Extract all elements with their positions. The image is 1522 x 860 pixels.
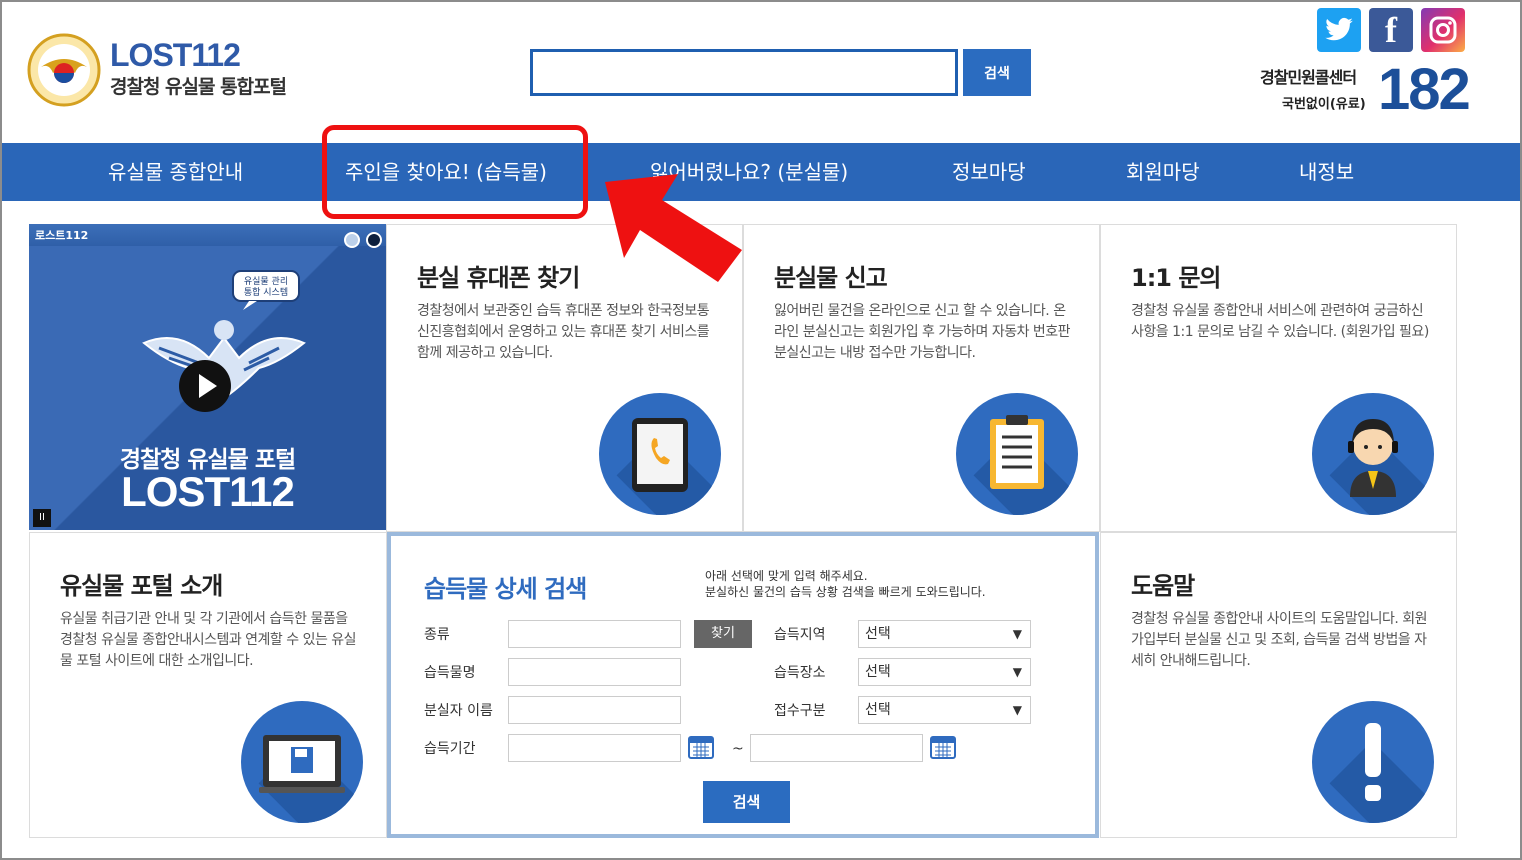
card-intro[interactable]: 유실물 포털 소개 유실물 취급기관 안내 및 각 기관에서 습득한 물품을 경…	[29, 532, 387, 838]
label-place: 습득장소	[774, 665, 826, 681]
instagram-icon[interactable]	[1421, 8, 1465, 52]
place-select[interactable]: 선택 ▼	[858, 658, 1031, 686]
region-select[interactable]: 선택 ▼	[858, 620, 1031, 648]
card-qna-text: 경찰청 유실물 종합안내 서비스에 관련하여 궁금하신 사항을 1:1 문의로 …	[1131, 303, 1429, 340]
svg-text:유실물 관리: 유실물 관리	[244, 276, 288, 287]
nav-item-info[interactable]: 정보마당	[952, 143, 1026, 201]
card-qna-title: 1:1 문의	[1131, 264, 1222, 292]
twitter-icon[interactable]	[1317, 8, 1361, 52]
form-search-button[interactable]: 검색	[703, 781, 790, 823]
logo-subtitle: 경찰청 유실물 통합포털	[110, 76, 287, 98]
card-report-text: 잃어버린 물건을 온라인으로 신고 할 수 있습니다. 온라인 분실신고는 회원…	[774, 303, 1071, 361]
svg-text:통합 시스템: 통합 시스템	[244, 286, 288, 298]
card-intro-title: 유실물 포털 소개	[60, 572, 223, 600]
label-category: 접수구분	[774, 703, 826, 719]
eagle-emblem-icon: 유실물 관리 통합 시스템	[142, 270, 306, 400]
logo-title[interactable]: LOST112	[110, 37, 241, 74]
start-date-field[interactable]	[508, 734, 681, 762]
operator-icon	[1312, 393, 1434, 515]
end-date-field[interactable]	[750, 734, 923, 762]
calendar-icon[interactable]	[930, 733, 956, 759]
promo-video[interactable]: 로스트112 유실물 관리 통합 시스템 경찰청 유실물 포털 LOST112 …	[29, 224, 386, 530]
form-note-line-1: 아래 선택에 맞게 입력 해주세요.	[705, 569, 868, 583]
call-center-label: 경찰민원콜센터	[1260, 68, 1357, 87]
chevron-down-icon: ▼	[1012, 627, 1022, 641]
card-phone-text: 경찰청에서 보관중인 습득 휴대폰 정보와 한국정보통신진흥협회에서 운영하고 …	[417, 303, 710, 361]
card-intro-text: 유실물 취급기관 안내 및 각 기관에서 습득한 물품을 경찰청 유실물 종합안…	[60, 611, 357, 669]
region-select-value: 선택	[865, 626, 891, 642]
search-button[interactable]: 검색	[963, 49, 1031, 96]
card-phone-title: 분실 휴대폰 찾기	[417, 264, 580, 292]
search-input[interactable]	[530, 49, 958, 96]
form-note: 아래 선택에 맞게 입력 해주세요. 분실하신 물건의 습득 상황 검색을 빠르…	[705, 568, 986, 600]
slide-dot-2[interactable]	[366, 232, 382, 248]
card-help-text: 경찰청 유실물 종합안내 사이트의 도움말입니다. 회원가입부터 분실물 신고 …	[1131, 611, 1428, 669]
card-qna[interactable]: 1:1 문의 경찰청 유실물 종합안내 서비스에 관련하여 궁금하신 사항을 1…	[1100, 224, 1457, 532]
card-help[interactable]: 도움말 경찰청 유실물 종합안내 사이트의 도움말입니다. 회원가입부터 분실물…	[1100, 532, 1457, 838]
call-center-sub: 국번없이(유료)	[1282, 97, 1366, 112]
owner-name-field[interactable]	[508, 696, 681, 724]
facebook-icon[interactable]: f	[1369, 8, 1413, 52]
slide-dot-1[interactable]	[344, 232, 360, 248]
highlight-box	[322, 125, 588, 219]
video-tag: 로스트112	[35, 229, 89, 242]
type-field[interactable]	[508, 620, 681, 648]
monitor-icon	[241, 701, 363, 823]
chevron-down-icon: ▼	[1012, 703, 1022, 717]
play-icon[interactable]	[179, 360, 231, 412]
main-nav: 유실물 종합안내 주인을 찾아요! (습득물) 잃어버렸나요? (분실물) 정보…	[2, 143, 1520, 201]
form-note-line-2: 분실하신 물건의 습득 상황 검색을 빠르게 도와드립니다.	[705, 585, 986, 599]
form-title: 습득물 상세 검색	[424, 575, 587, 603]
find-type-button[interactable]: 찾기	[694, 620, 752, 648]
nav-item-guide[interactable]: 유실물 종합안내	[108, 143, 243, 201]
exclamation-icon	[1312, 701, 1434, 823]
place-select-value: 선택	[865, 664, 891, 680]
card-report-title: 분실물 신고	[774, 264, 888, 292]
tablet-phone-icon	[599, 393, 721, 515]
item-name-field[interactable]	[508, 658, 681, 686]
label-owner-name: 분실자 이름	[424, 703, 493, 719]
call-center-number: 182	[1378, 57, 1471, 122]
clipboard-icon	[956, 393, 1078, 515]
label-type: 종류	[424, 627, 450, 643]
nav-item-member[interactable]: 회원마당	[1126, 143, 1200, 201]
category-select-value: 선택	[865, 702, 891, 718]
pointer-arrow-icon	[605, 174, 742, 282]
label-region: 습득지역	[774, 627, 826, 643]
label-period: 습득기간	[424, 741, 476, 757]
label-item-name: 습득물명	[424, 665, 476, 681]
pause-button[interactable]: II	[33, 509, 51, 527]
video-brand: LOST112	[121, 468, 295, 515]
found-item-search-form: 습득물 상세 검색 아래 선택에 맞게 입력 해주세요. 분실하신 물건의 습득…	[387, 532, 1099, 838]
chevron-down-icon: ▼	[1012, 665, 1022, 679]
card-report[interactable]: 분실물 신고 잃어버린 물건을 온라인으로 신고 할 수 있습니다. 온라인 분…	[743, 224, 1100, 532]
nav-item-myinfo[interactable]: 내정보	[1299, 143, 1354, 201]
category-select[interactable]: 선택 ▼	[858, 696, 1031, 724]
calendar-icon[interactable]	[688, 733, 714, 759]
date-range-separator: ~	[732, 741, 744, 757]
police-emblem-icon[interactable]	[27, 33, 101, 107]
card-help-title: 도움말	[1131, 572, 1195, 600]
